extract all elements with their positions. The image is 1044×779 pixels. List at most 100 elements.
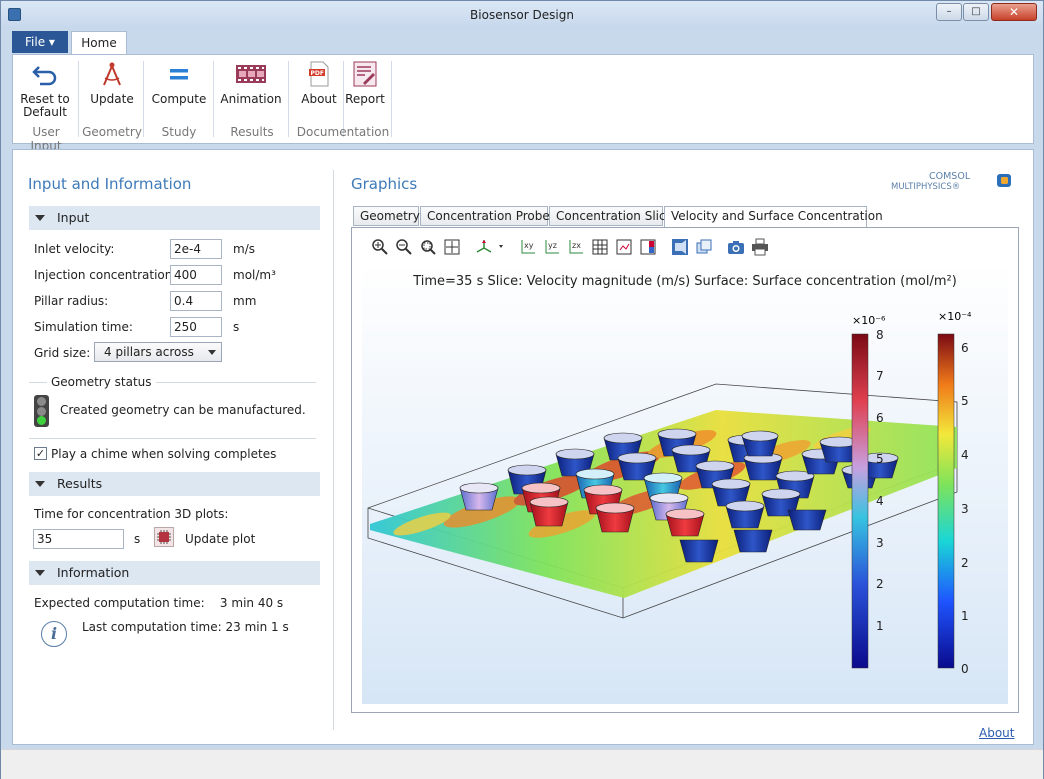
- ribbon-separator: [213, 61, 214, 137]
- group-documentation: Documentation: [296, 125, 390, 139]
- grid-size-select[interactable]: 4 pillars across: [94, 342, 222, 362]
- last-computation-time: Last computation time: 23 min 1 s: [82, 620, 289, 634]
- cb2-tick: 5: [961, 394, 969, 408]
- zoom-out-icon[interactable]: [395, 238, 413, 256]
- svg-text:xy: xy: [524, 241, 534, 250]
- maximize-button[interactable]: □: [963, 3, 989, 21]
- compute-label: Compute: [151, 92, 207, 106]
- update-plot-icon[interactable]: [154, 527, 174, 547]
- close-button[interactable]: ✕: [991, 3, 1037, 21]
- grid-icon[interactable]: [591, 238, 609, 256]
- compute-button[interactable]: Compute: [149, 61, 209, 123]
- report-label: Report: [345, 92, 385, 106]
- cb2-tick: 6: [961, 341, 969, 355]
- cb1-tick: 1: [876, 619, 884, 633]
- animation-label: Animation: [220, 92, 282, 106]
- collapse-triangle-icon: [35, 481, 45, 487]
- cb1-tick: 8: [876, 328, 884, 342]
- svg-text:yz: yz: [548, 241, 557, 250]
- graphics-title: Graphics: [351, 175, 418, 193]
- window-title: Biosensor Design: [470, 8, 574, 22]
- expected-computation-time: Expected computation time: 3 min 40 s: [34, 596, 284, 610]
- cb1-tick: 2: [876, 577, 884, 591]
- tab-concentration-probes[interactable]: Concentration Probes: [420, 206, 556, 226]
- transparency-icon[interactable]: [671, 238, 689, 256]
- simulation-time-field[interactable]: 250: [170, 317, 222, 337]
- update-plot-button[interactable]: Update plot: [185, 532, 255, 546]
- minimize-button[interactable]: –: [936, 3, 962, 21]
- 3d-plot-area[interactable]: Time=35 s Slice: Velocity magnitude (m/s…: [362, 262, 1008, 704]
- pillar-radius-field[interactable]: 0.4: [170, 291, 222, 311]
- status-bar: [1, 749, 1043, 779]
- geometry-status-label: Geometry status: [47, 375, 156, 389]
- input-section-header[interactable]: Input: [29, 206, 320, 230]
- pdf-document-icon: PDF: [305, 61, 333, 87]
- simulation-time-label: Simulation time:: [34, 320, 133, 334]
- zoom-box-icon[interactable]: [419, 238, 437, 256]
- yz-view-icon[interactable]: yz: [543, 238, 561, 256]
- report-button[interactable]: Report: [345, 61, 385, 123]
- injection-concentration-unit: mol/m³: [233, 268, 276, 282]
- plot-time-field[interactable]: 35: [33, 529, 124, 549]
- ribbon-separator: [288, 61, 289, 137]
- results-section-label: Results: [57, 476, 103, 491]
- inlet-velocity-field[interactable]: 2e-4: [170, 239, 222, 259]
- results-section-header[interactable]: Results: [29, 472, 320, 496]
- svg-text:PDF: PDF: [311, 70, 324, 77]
- pillar-radius-label: Pillar radius:: [34, 294, 109, 308]
- about-doc-button[interactable]: PDF About: [297, 61, 341, 123]
- file-menu-tab[interactable]: File ▾: [12, 31, 68, 53]
- tab-velocity-surface-concentration[interactable]: Velocity and Surface Concentration: [664, 206, 883, 228]
- panel-divider: [333, 170, 334, 730]
- update-geometry-button[interactable]: Update: [85, 61, 139, 123]
- print-icon[interactable]: [751, 238, 769, 256]
- wireframe-icon[interactable]: [695, 238, 713, 256]
- svg-text:zx: zx: [572, 241, 581, 250]
- zoom-in-icon[interactable]: [371, 238, 389, 256]
- animation-button[interactable]: Animation: [219, 61, 283, 123]
- logo-line2: MULTIPHYSICS®: [891, 182, 960, 192]
- reset-label: Reset to Default: [20, 92, 70, 119]
- update-label: Update: [90, 92, 134, 106]
- cb2-tick: 3: [961, 502, 969, 516]
- group-geometry: Geometry: [82, 125, 142, 139]
- plot-time-unit: s: [134, 532, 141, 546]
- group-study: Study: [161, 125, 197, 139]
- cb2-tick: 0: [961, 662, 969, 676]
- reset-to-default-button[interactable]: Reset to Default: [17, 61, 73, 123]
- zoom-extents-icon[interactable]: [443, 238, 461, 256]
- injection-concentration-field[interactable]: 400: [170, 265, 222, 285]
- film-strip-icon: [235, 61, 267, 87]
- application-window: Biosensor Design – □ ✕ File ▾ Home Reset…: [0, 0, 1044, 779]
- about-doc-label: About: [301, 92, 337, 106]
- axis-orientation-icon[interactable]: [475, 238, 509, 256]
- cb1-tick: 4: [876, 494, 884, 508]
- cb1-tick: 7: [876, 369, 884, 383]
- scene-light-icon[interactable]: [615, 238, 633, 256]
- info-icon: i: [41, 621, 67, 647]
- undo-arrow-icon: [31, 61, 59, 87]
- input-info-title: Input and Information: [28, 175, 192, 193]
- about-link[interactable]: About: [979, 726, 1014, 740]
- chime-label: Play a chime when solving completes: [51, 447, 277, 461]
- tab-concentration-slice[interactable]: Concentration Slice: [549, 206, 673, 226]
- group-results: Results: [230, 125, 274, 139]
- home-tab[interactable]: Home: [71, 31, 127, 55]
- xy-view-icon[interactable]: xy: [519, 238, 537, 256]
- camera-icon[interactable]: [727, 238, 745, 256]
- chime-checkbox[interactable]: ✓: [34, 447, 47, 460]
- dropdown-arrow-icon: [208, 350, 216, 355]
- compass-geometry-icon: [98, 61, 126, 87]
- tab-geometry[interactable]: Geometry: [353, 206, 420, 226]
- title-bar: Biosensor Design – □ ✕: [1, 1, 1043, 29]
- plot-canvas: ×10⁻⁶ 8 7 6 5 4 3 2 1 ×10⁻⁴ 6 5 4 3 2 1 …: [367, 310, 972, 676]
- information-section-label: Information: [57, 565, 130, 580]
- cb1-tick: 3: [876, 536, 884, 550]
- pillar-radius-unit: mm: [233, 294, 257, 308]
- zx-view-icon[interactable]: zx: [567, 238, 585, 256]
- inlet-velocity-label: Inlet velocity:: [34, 242, 115, 256]
- time-concentration-label: Time for concentration 3D plots:: [34, 507, 229, 521]
- geometry-status-text: Created geometry can be manufactured.: [60, 403, 306, 417]
- colorbar-icon[interactable]: [639, 238, 657, 256]
- information-section-header[interactable]: Information: [29, 561, 320, 585]
